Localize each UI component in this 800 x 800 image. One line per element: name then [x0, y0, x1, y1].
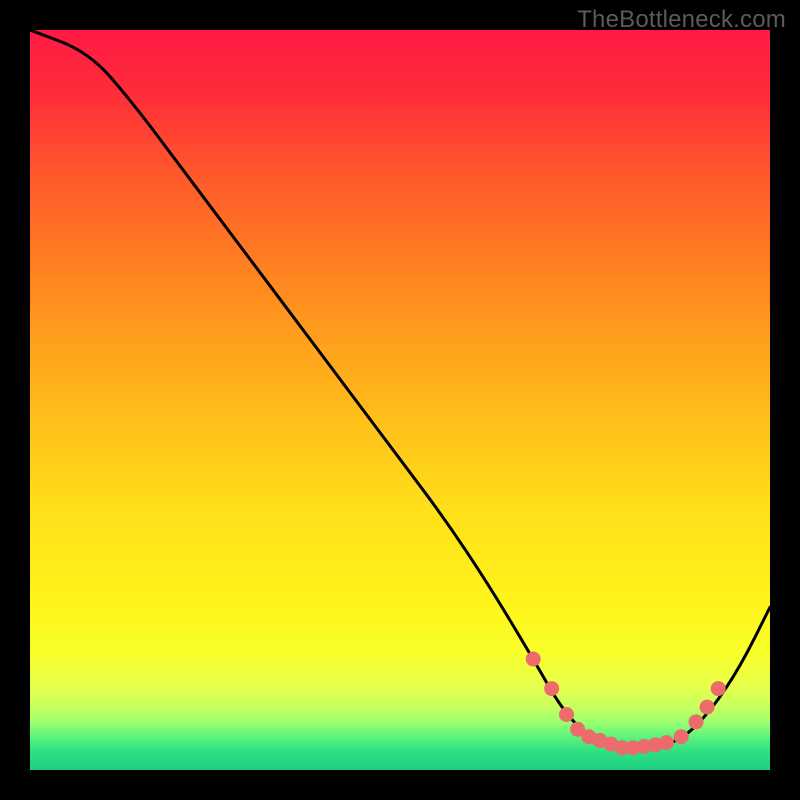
chart-frame: TheBottleneck.com	[0, 0, 800, 800]
marker-dot	[711, 681, 726, 696]
marker-dot	[674, 729, 689, 744]
marker-dot	[689, 714, 704, 729]
marker-dot	[659, 735, 674, 750]
marker-dot	[559, 707, 574, 722]
marker-dot	[700, 700, 715, 715]
plot-area	[30, 30, 770, 770]
marker-dot	[544, 681, 559, 696]
chart-svg	[30, 30, 770, 770]
gradient-background	[30, 30, 770, 770]
marker-dot	[526, 652, 541, 667]
